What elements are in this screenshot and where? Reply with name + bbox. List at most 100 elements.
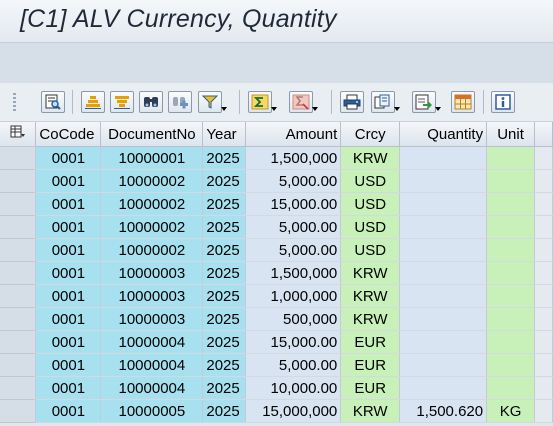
cell-quantity[interactable] (399, 146, 488, 170)
cell-amount[interactable]: 15,000.00 (245, 330, 342, 354)
cell-documentno[interactable]: 10000003 (100, 284, 204, 308)
cell-crcy[interactable]: USD (340, 169, 401, 193)
table-row[interactable]: 0001 10000002 2025 15,000.00 USD (0, 192, 553, 216)
export-dropdown-arrow[interactable] (435, 107, 441, 111)
column-header-amount[interactable]: Amount (245, 122, 342, 147)
cell-year[interactable]: 2025 (202, 353, 247, 377)
cell-amount[interactable]: 10,000.00 (245, 376, 342, 400)
row-selector[interactable] (0, 261, 37, 285)
row-selector[interactable] (0, 307, 37, 331)
cell-year[interactable]: 2025 (202, 284, 247, 308)
cell-documentno[interactable]: 10000004 (100, 330, 204, 354)
cell-year[interactable]: 2025 (202, 307, 247, 331)
cell-unit[interactable] (486, 307, 536, 331)
cell-amount[interactable]: 5,000.00 (245, 238, 342, 262)
print-button[interactable] (340, 91, 364, 113)
cell-cocode[interactable]: 0001 (35, 284, 102, 308)
cell-amount[interactable]: 5,000.00 (245, 353, 342, 377)
cell-year[interactable]: 2025 (202, 376, 247, 400)
cell-quantity[interactable] (399, 169, 488, 193)
table-row[interactable]: 0001 10000003 2025 500,000 KRW (0, 307, 553, 331)
cell-documentno[interactable]: 10000002 (100, 169, 204, 193)
cell-year[interactable]: 2025 (202, 238, 247, 262)
cell-crcy[interactable]: EUR (340, 330, 401, 354)
subtotal-dropdown-arrow[interactable] (312, 107, 318, 111)
cell-cocode[interactable]: 0001 (35, 307, 102, 331)
cell-quantity[interactable] (399, 330, 488, 354)
cell-unit[interactable] (486, 330, 536, 354)
cell-amount[interactable]: 5,000.00 (245, 169, 342, 193)
cell-year[interactable]: 2025 (202, 261, 247, 285)
table-row[interactable]: 0001 10000003 2025 1,500,000 KRW (0, 261, 553, 285)
cell-cocode[interactable]: 0001 (35, 261, 102, 285)
cell-amount[interactable]: 15,000,000 (245, 399, 342, 423)
cell-unit[interactable] (486, 353, 536, 377)
cell-unit[interactable] (486, 238, 536, 262)
cell-documentno[interactable]: 10000002 (100, 215, 204, 239)
cell-amount[interactable]: 1,500,000 (245, 146, 342, 170)
row-selector[interactable] (0, 169, 37, 193)
cell-quantity[interactable] (399, 353, 488, 377)
information-button[interactable] (491, 91, 515, 113)
cell-quantity[interactable] (399, 261, 488, 285)
cell-unit[interactable] (486, 146, 536, 170)
column-header-documentno[interactable]: DocumentNo (100, 122, 204, 147)
cell-unit[interactable] (486, 261, 536, 285)
cell-quantity[interactable] (399, 376, 488, 400)
table-row[interactable]: 0001 10000002 2025 5,000.00 USD (0, 215, 553, 239)
cell-cocode[interactable]: 0001 (35, 146, 102, 170)
row-selector[interactable] (0, 192, 37, 216)
cell-year[interactable]: 2025 (202, 330, 247, 354)
cell-documentno[interactable]: 10000001 (100, 146, 204, 170)
cell-quantity[interactable] (399, 238, 488, 262)
cell-amount[interactable]: 15,000.00 (245, 192, 342, 216)
table-row[interactable]: 0001 10000002 2025 5,000.00 USD (0, 238, 553, 262)
cell-documentno[interactable]: 10000002 (100, 238, 204, 262)
cell-cocode[interactable]: 0001 (35, 376, 102, 400)
sum-button[interactable] (248, 91, 277, 113)
export-button[interactable] (412, 91, 441, 113)
row-selector[interactable] (0, 353, 37, 377)
cell-documentno[interactable]: 10000005 (100, 399, 204, 423)
cell-documentno[interactable]: 10000004 (100, 353, 204, 377)
cell-unit[interactable] (486, 215, 536, 239)
cell-year[interactable]: 2025 (202, 215, 247, 239)
cell-crcy[interactable]: EUR (340, 353, 401, 377)
cell-year[interactable]: 2025 (202, 169, 247, 193)
column-header-crcy[interactable]: Crcy (340, 122, 401, 147)
table-row[interactable]: 0001 10000005 2025 15,000,000 KRW 1,500.620 KG (0, 399, 553, 423)
row-selector[interactable] (0, 238, 37, 262)
cell-documentno[interactable]: 10000002 (100, 192, 204, 216)
sort-descending-button[interactable] (110, 91, 134, 113)
cell-crcy[interactable]: USD (340, 192, 401, 216)
table-row[interactable]: 0001 10000004 2025 10,000.00 EUR (0, 376, 553, 400)
cell-amount[interactable]: 1,000,000 (245, 284, 342, 308)
select-all-button[interactable] (0, 122, 37, 147)
row-selector[interactable] (0, 376, 37, 400)
cell-quantity[interactable]: 1,500.620 (399, 399, 488, 423)
cell-crcy[interactable]: EUR (340, 376, 401, 400)
filter-dropdown-arrow[interactable] (221, 107, 227, 111)
row-selector[interactable] (0, 215, 37, 239)
cell-amount[interactable]: 500,000 (245, 307, 342, 331)
column-header-cocode[interactable]: CoCode (35, 122, 102, 147)
cell-documentno[interactable]: 10000004 (100, 376, 204, 400)
column-header-unit[interactable]: Unit (486, 122, 536, 147)
details-button[interactable] (41, 91, 65, 113)
table-row[interactable]: 0001 10000004 2025 5,000.00 EUR (0, 353, 553, 377)
cell-year[interactable]: 2025 (202, 399, 247, 423)
cell-cocode[interactable]: 0001 (35, 215, 102, 239)
cell-quantity[interactable] (399, 215, 488, 239)
table-row[interactable]: 0001 10000003 2025 1,000,000 KRW (0, 284, 553, 308)
views-button[interactable] (371, 91, 400, 113)
cell-documentno[interactable]: 10000003 (100, 261, 204, 285)
cell-cocode[interactable]: 0001 (35, 353, 102, 377)
cell-cocode[interactable]: 0001 (35, 238, 102, 262)
cell-documentno[interactable]: 10000003 (100, 307, 204, 331)
row-selector[interactable] (0, 146, 37, 170)
cell-crcy[interactable]: KRW (340, 307, 401, 331)
cell-crcy[interactable]: KRW (340, 284, 401, 308)
cell-crcy[interactable]: KRW (340, 146, 401, 170)
find-button[interactable] (139, 91, 163, 113)
cell-year[interactable]: 2025 (202, 146, 247, 170)
